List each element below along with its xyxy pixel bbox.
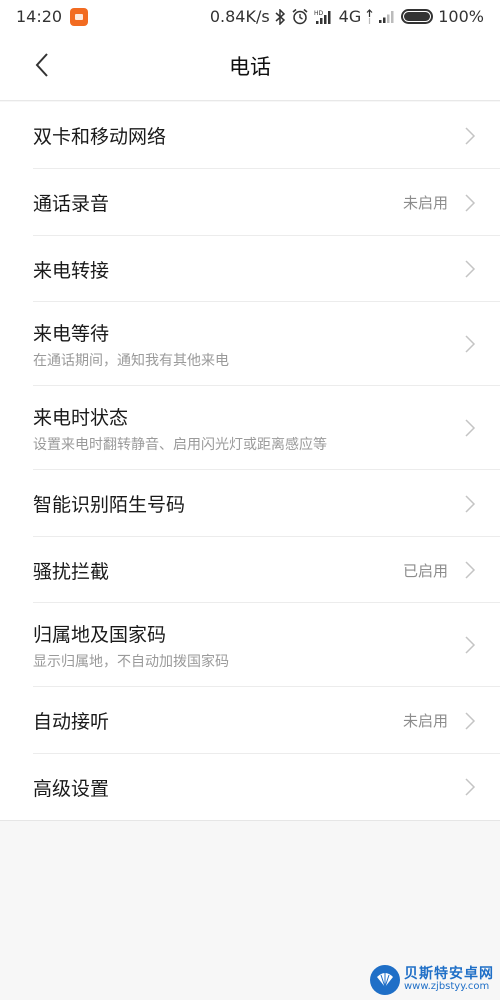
battery-fill (404, 12, 431, 21)
settings-item[interactable]: 智能识别陌生号码 (0, 470, 500, 537)
battery-percent: 100% (438, 7, 484, 26)
settings-item[interactable]: 来电时状态设置来电时翻转静音、启用闪光灯或距离感应等 (0, 386, 500, 470)
chevron-right-icon (464, 711, 476, 730)
net-speed: 0.84K/s (209, 7, 270, 26)
settings-item-title: 骚扰拦截 (33, 560, 110, 583)
settings-item[interactable]: 骚扰拦截 已启用 (0, 537, 500, 603)
settings-item-texts: 骚扰拦截 (33, 557, 403, 584)
chevron-right-icon (464, 260, 476, 278)
settings-item[interactable]: 来电转接 (0, 236, 500, 302)
settings-item-subtitle: 设置来电时翻转静音、启用闪光灯或距离感应等 (33, 436, 327, 453)
signal-sim2-icon (378, 10, 396, 24)
settings-item-status: 未启用 (402, 194, 448, 212)
shell-logo-icon (370, 965, 400, 995)
alarm-icon (291, 8, 309, 25)
status-time: 14:20 (16, 7, 63, 26)
settings-item-texts: 来电转接 (33, 256, 464, 283)
chevron-right-icon (464, 636, 476, 654)
settings-item-status: 未启用 (402, 712, 448, 730)
settings-item-title: 双卡和移动网络 (33, 126, 167, 148)
app-header: 电话 (0, 33, 500, 101)
settings-item-subtitle: 在通话期间，通知我有其他来电 (33, 352, 229, 369)
back-button[interactable] (22, 47, 62, 87)
bluetooth-icon (275, 8, 286, 25)
settings-item-title: 通话录音 (33, 193, 110, 215)
settings-item-title: 高级设置 (33, 777, 110, 800)
status-bar: 14:20 0.84K/s HD 4G 100% (0, 0, 500, 33)
settings-item-texts: 高级设置 (33, 774, 464, 801)
settings-item-subtitle: 显示归属地，不自动加拨国家码 (33, 653, 229, 670)
settings-item[interactable]: 高级设置 (0, 754, 500, 820)
settings-item-title: 归属地及国家码 (33, 623, 167, 646)
chevron-left-icon (35, 52, 49, 82)
svg-text:HD: HD (314, 10, 324, 17)
settings-item-texts: 来电时状态设置来电时翻转静音、启用闪光灯或距离感应等 (33, 403, 464, 454)
settings-item-title: 来电转接 (33, 259, 110, 282)
settings-item[interactable]: 自动接听 未启用 (0, 687, 500, 754)
settings-item-title: 自动接听 (33, 711, 110, 733)
settings-item-texts: 来电等待在通话期间，通知我有其他来电 (33, 319, 464, 370)
settings-item-texts: 归属地及国家码显示归属地，不自动加拨国家码 (33, 620, 464, 671)
watermark-name: 贝斯特安卓网 (404, 966, 494, 983)
chevron-right-icon (464, 193, 476, 212)
settings-item-status: 已启用 (402, 561, 448, 580)
chevron-right-icon (464, 561, 476, 579)
data-arrows-icon (366, 8, 373, 25)
settings-item[interactable]: 归属地及国家码显示归属地，不自动加拨国家码 (0, 603, 500, 687)
settings-item-texts: 自动接听 (33, 707, 403, 734)
network-type: 4G (338, 7, 362, 26)
settings-item-title: 智能识别陌生号码 (33, 494, 186, 516)
settings-item[interactable]: 通话录音 未启用 (0, 169, 500, 236)
chevron-right-icon (464, 419, 476, 437)
settings-list: 双卡和移动网络 通话录音 未启用 来电转接 来电等待 在通话期间，通知我有其他来电 来电时状… (0, 102, 500, 821)
settings-item-texts: 双卡和移动网络 (33, 122, 464, 149)
page-title: 电话 (229, 55, 271, 79)
settings-item[interactable]: 来电等待在通话期间，通知我有其他来电 (0, 302, 500, 386)
chevron-right-icon (464, 494, 476, 513)
chevron-right-icon (464, 126, 476, 145)
chevron-right-icon (464, 335, 476, 353)
chevron-right-icon (464, 778, 476, 796)
settings-item-title: 来电等待 (33, 322, 110, 345)
battery-icon (401, 9, 434, 24)
settings-item[interactable]: 双卡和移动网络 (0, 102, 500, 169)
mi-app-notification-icon (70, 7, 89, 26)
settings-item-texts: 智能识别陌生号码 (33, 490, 464, 517)
settings-item-title: 来电时状态 (33, 406, 129, 429)
hd-signal-icon: HD (314, 9, 334, 25)
settings-item-texts: 通话录音 (33, 189, 403, 216)
watermark: 贝斯特安卓网 www.zjbstyy.com (370, 960, 500, 1000)
watermark-url: www.zjbstyy.com (404, 981, 490, 993)
